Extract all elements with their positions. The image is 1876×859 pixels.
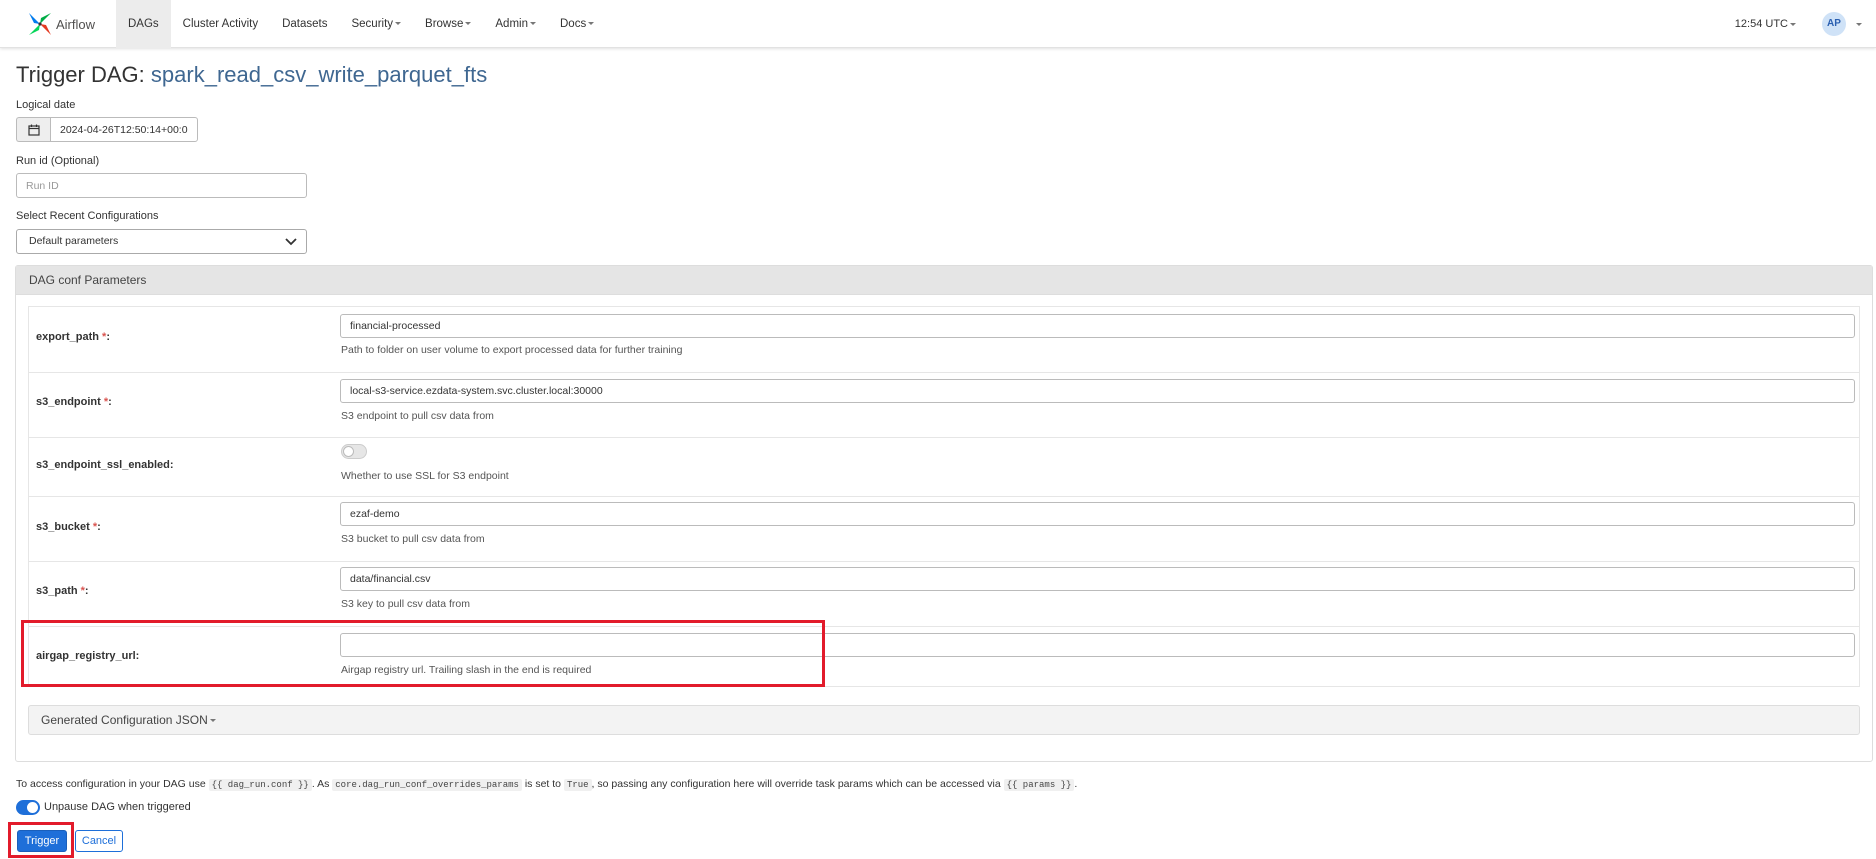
param-name: s3_endpoint_ssl_enabled [36,459,170,471]
info-text: . As [311,778,330,790]
s3-endpoint-input[interactable] [340,379,1855,403]
caret-down-icon [530,22,536,26]
run-id-input[interactable] [16,173,307,198]
brand-name: Airflow [56,16,96,32]
required-marker: * [102,331,107,343]
s3-path-input[interactable] [340,567,1855,591]
code-overrides-params: core.dag_run_conf_overrides_params [332,779,522,791]
param-row-s3-bucket: s3_bucket *: S3 bucket to pull csv data … [29,496,1859,561]
nav-security-label: Security [351,18,394,30]
recent-config-label: Select Recent Configurations [16,210,159,222]
param-name: s3_path [36,585,78,597]
info-text: , so passing any configuration here will… [591,778,1001,790]
calendar-icon [27,124,40,136]
s3-bucket-input[interactable] [340,502,1855,526]
info-text: is set to [524,778,562,790]
dag-conf-heading: DAG conf Parameters [16,266,1872,295]
dag-name-link[interactable]: spark_read_csv_write_parquet_fts [151,62,487,87]
param-name: s3_bucket [36,521,90,533]
required-marker: * [103,396,109,408]
utc-clock[interactable]: 12:54 UTC [1735,18,1796,30]
param-label-export-path: export_path *: [36,331,110,343]
nav-admin[interactable]: Admin [483,0,548,48]
nav-right: 12:54 UTC AP [1735,0,1876,48]
caret-down-icon [209,719,216,723]
nav-dags[interactable]: DAGs [116,0,171,48]
conf-info-text: To access configuration in your DAG use … [16,778,1078,791]
required-marker: * [80,585,85,597]
nav-docs[interactable]: Docs [548,0,606,48]
param-help-export-path: Path to folder on user volume to export … [341,344,683,356]
param-label-s3-endpoint-ssl: s3_endpoint_ssl_enabled: [36,459,174,471]
nav-cluster-activity-label: Cluster Activity [182,18,259,30]
param-row-export-path: export_path *: Path to folder on user vo… [29,307,1859,372]
param-name: export_path [36,331,99,343]
param-label-s3-bucket: s3_bucket *: [36,521,101,533]
calendar-button[interactable] [16,117,50,142]
recent-config-select[interactable]: Default parameters [16,229,307,254]
code-true: True [563,779,592,791]
param-help-s3-bucket: S3 bucket to pull csv data from [341,533,485,545]
logical-date-input[interactable] [50,117,198,142]
param-name: s3_endpoint [36,396,101,408]
param-help-s3-endpoint: S3 endpoint to pull csv data from [341,410,494,422]
unpause-toggle[interactable] [16,800,40,815]
run-id-label: Run id (Optional) [16,155,100,167]
caret-down-icon [395,22,402,26]
nav-docs-label: Docs [560,18,587,30]
chevron-down-icon [285,238,297,246]
toggle-knob [343,446,354,457]
page-title-prefix: Trigger DAG: [16,62,145,87]
caret-down-icon [1856,22,1862,26]
nav-browse[interactable]: Browse [413,0,483,48]
ssl-enabled-toggle[interactable] [341,444,367,459]
logical-date-group [16,117,198,142]
param-row-s3-path: s3_path *: S3 key to pull csv data from [29,561,1859,626]
nav-datasets[interactable]: Datasets [270,0,339,48]
nav-cluster-activity[interactable]: Cluster Activity [171,0,270,48]
utc-clock-text: 12:54 UTC [1734,18,1788,30]
param-label-s3-path: s3_path *: [36,585,89,597]
code-dag-run-conf: {{ dag_run.conf }} [208,779,312,791]
highlight-trigger-box [8,822,74,858]
param-label-s3-endpoint: s3_endpoint *: [36,396,112,408]
recent-config-value: Default parameters [29,235,119,247]
nav-browse-label: Browse [425,18,464,30]
param-help-s3-endpoint-ssl: Whether to use SSL for S3 endpoint [341,470,509,482]
generated-config-json-toggle[interactable]: Generated Configuration JSON [28,705,1860,735]
required-marker: * [92,521,98,533]
user-avatar[interactable]: AP [1822,12,1846,36]
airflow-logo-icon [29,13,51,35]
nav-dags-label: DAGs [128,18,159,30]
caret-down-icon [465,22,472,26]
page-title: Trigger DAG: spark_read_csv_write_parque… [16,62,487,88]
nav-admin-label: Admin [495,18,528,30]
info-text: To access configuration in your DAG use [16,778,206,790]
main-nav: DAGs Cluster Activity Datasets Security … [116,0,606,48]
airflow-brand[interactable]: Airflow [26,8,95,40]
toggle-knob [27,802,38,813]
caret-down-icon [588,22,595,26]
param-help-s3-path: S3 key to pull csv data from [341,598,470,610]
nav-datasets-label: Datasets [282,18,328,30]
info-text: . [1074,778,1078,790]
code-params: {{ params }} [1003,779,1075,791]
top-navbar: Airflow DAGs Cluster Activity Datasets S… [0,0,1876,48]
cancel-button[interactable]: Cancel [75,830,123,852]
logical-date-label: Logical date [16,99,76,111]
unpause-label: Unpause DAG when triggered [44,801,191,813]
highlight-airgap-box [21,620,825,687]
param-row-s3-endpoint: s3_endpoint *: S3 endpoint to pull csv d… [29,372,1859,437]
param-row-s3-endpoint-ssl: s3_endpoint_ssl_enabled: Whether to use … [29,437,1859,496]
export-path-input[interactable] [340,314,1855,338]
generated-config-json-label: Generated Configuration JSON [41,713,208,727]
caret-down-icon [1790,22,1796,26]
nav-security[interactable]: Security [339,0,413,48]
